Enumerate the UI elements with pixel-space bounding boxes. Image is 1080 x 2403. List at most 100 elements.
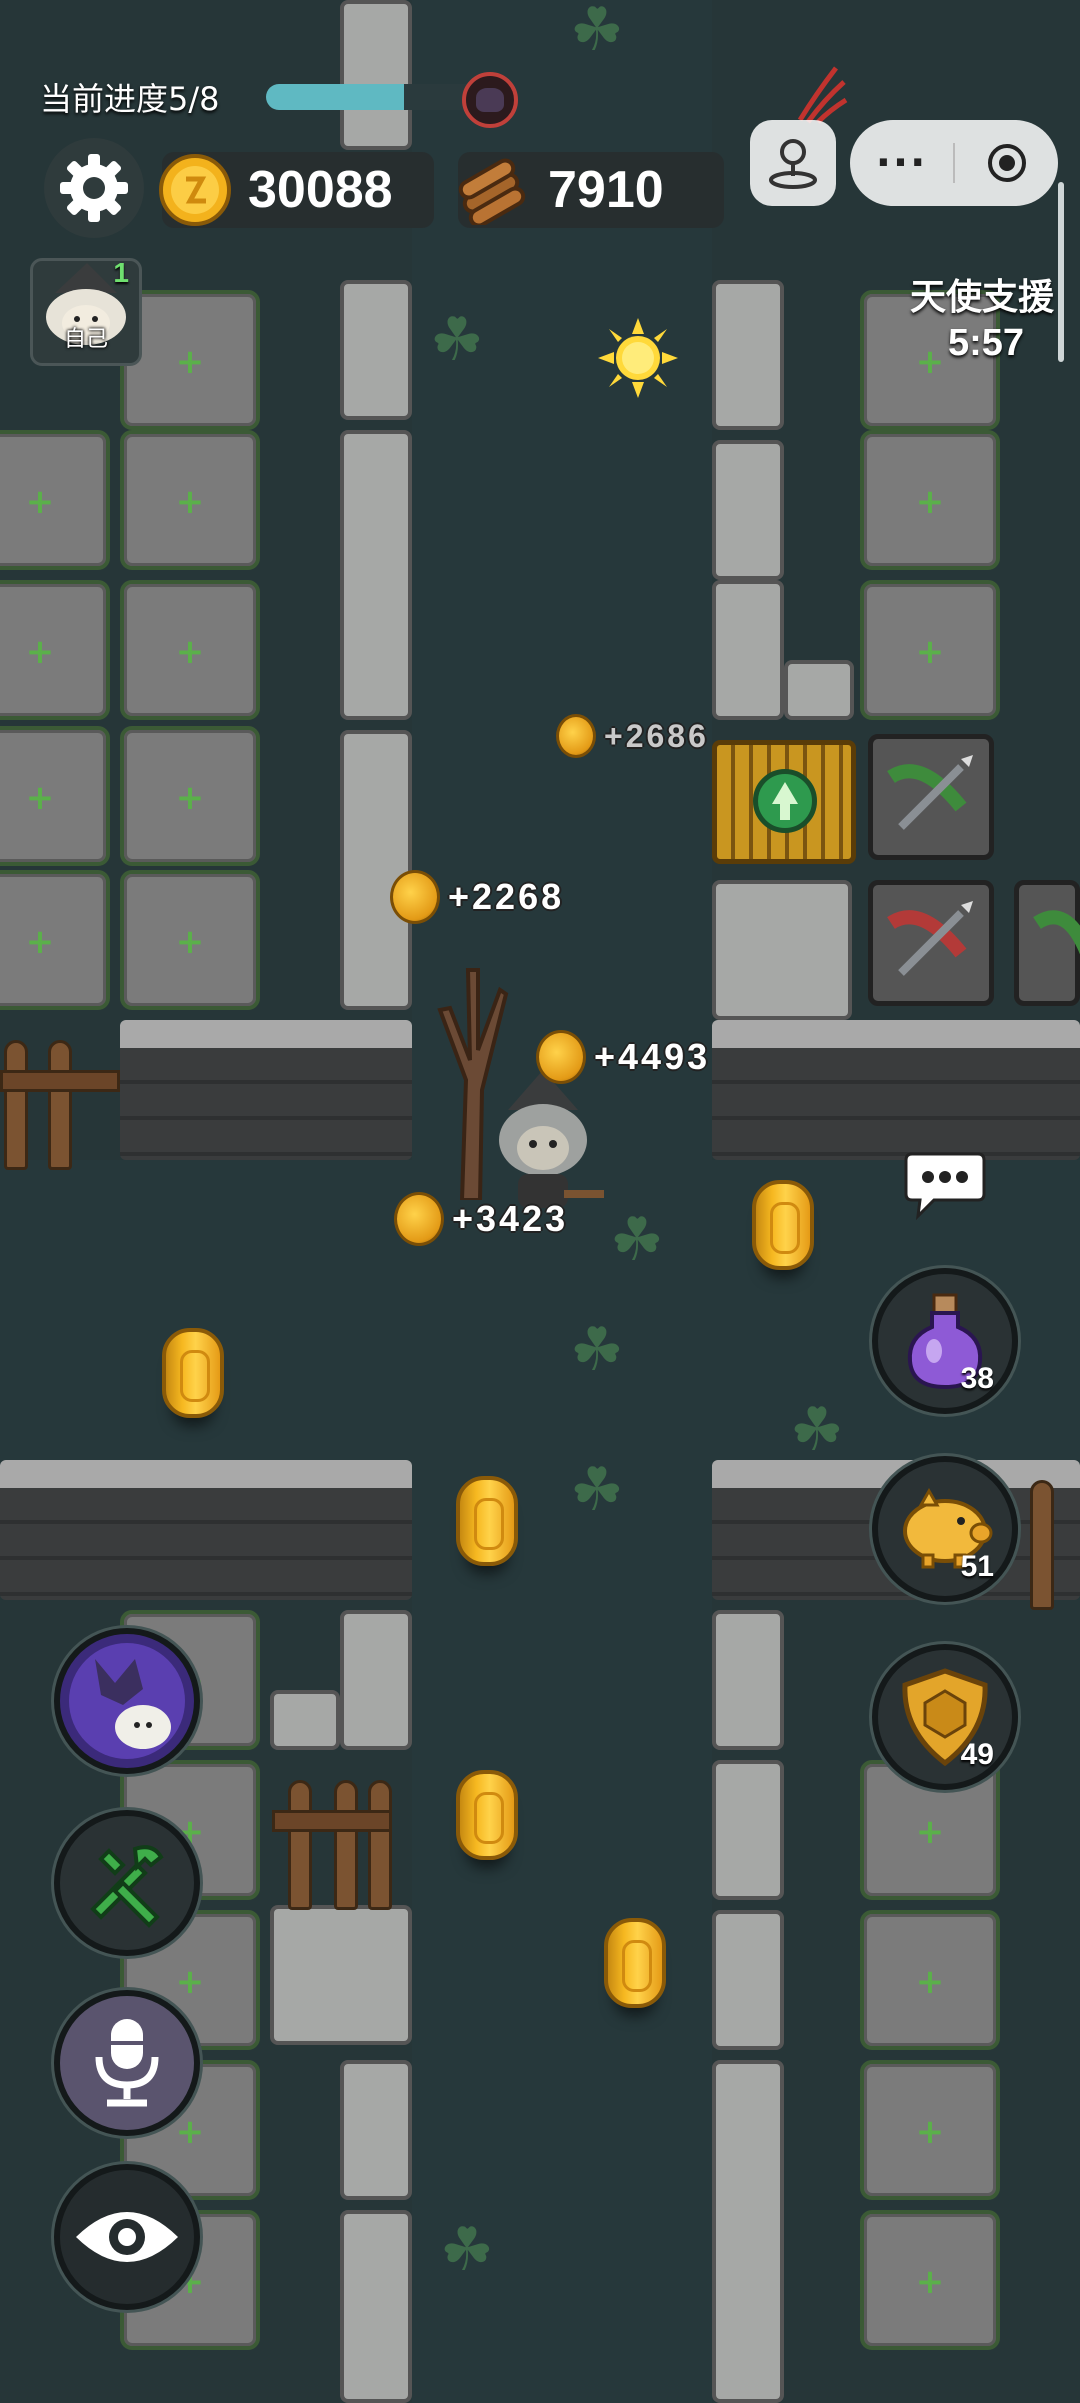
- chat-button[interactable]: [904, 1150, 986, 1221]
- upgrade-gate[interactable]: [712, 740, 856, 864]
- coin-amount: 30088: [248, 161, 393, 219]
- potion-button[interactable]: 38: [872, 1268, 1018, 1414]
- claw-mark-icon: [797, 66, 848, 124]
- stone-block: [712, 1910, 784, 2050]
- upgrade-arrow-icon: [753, 769, 817, 833]
- stone-block: [340, 1610, 412, 1750]
- gold-coin[interactable]: [604, 1918, 666, 2008]
- gold-coin[interactable]: [162, 1328, 224, 1418]
- grass-decoration: ☘: [430, 305, 484, 375]
- mini-program-capsule: ···: [850, 120, 1058, 206]
- coin-popup: +4493: [536, 1030, 710, 1084]
- build-slot[interactable]: +: [120, 430, 260, 570]
- progress-bar: [266, 84, 486, 110]
- progress-fill: [266, 84, 404, 110]
- build-tools-button[interactable]: [54, 1810, 200, 1956]
- boss-marker-icon: [462, 72, 518, 128]
- sun-icon[interactable]: [596, 316, 680, 400]
- coin-icon: [394, 1192, 444, 1246]
- scroll-indicator: [1058, 182, 1064, 362]
- build-slot[interactable]: +: [0, 430, 110, 570]
- stone-block: [712, 280, 784, 430]
- build-slot[interactable]: +: [860, 2210, 1000, 2350]
- stone-block: [340, 280, 412, 420]
- coin-icon: [536, 1030, 586, 1084]
- crossbow-icon: [887, 901, 973, 976]
- gold-coin[interactable]: [456, 1476, 518, 1566]
- wooden-fence: [272, 1760, 392, 1910]
- brick-wall: [120, 1020, 412, 1160]
- voice-button[interactable]: [54, 1990, 200, 2136]
- crossbow-icon: [1033, 910, 1080, 955]
- build-slot[interactable]: +: [860, 430, 1000, 570]
- wood-log-icon: [458, 158, 526, 225]
- grass-decoration: ☘: [610, 1205, 664, 1275]
- wood-counter: 7910: [458, 152, 724, 228]
- stone-block: [712, 1760, 784, 1900]
- coin-popup: +3423: [394, 1192, 568, 1246]
- stone-block: [712, 880, 852, 1020]
- player-level: 1: [113, 257, 129, 288]
- coin-icon: [159, 154, 231, 226]
- eye-icon: [76, 2212, 178, 2262]
- stone-block: [712, 440, 784, 580]
- crossbow-turret[interactable]: [1014, 880, 1080, 1006]
- stone-block: [712, 1610, 784, 1750]
- more-menu-button[interactable]: ···: [850, 140, 953, 186]
- build-slot[interactable]: +: [860, 1910, 1000, 2050]
- piggy-bank-button[interactable]: 51: [872, 1456, 1018, 1602]
- player-avatar-card[interactable]: 1 自己: [30, 257, 142, 366]
- coin-counter: 30088: [159, 152, 434, 228]
- stone-block: [784, 660, 854, 720]
- build-slot[interactable]: +: [120, 870, 260, 1010]
- crossbow-turret[interactable]: [868, 880, 994, 1006]
- gold-coin[interactable]: [752, 1180, 814, 1270]
- build-slot[interactable]: +: [860, 2060, 1000, 2200]
- shield-button[interactable]: 49: [872, 1644, 1018, 1790]
- progress-label: 当前进度5/8: [40, 80, 220, 118]
- crossbow-turret[interactable]: [868, 734, 994, 860]
- joystick-button[interactable]: [750, 120, 836, 206]
- chat-bubble-icon: [904, 1152, 986, 1221]
- stone-block: [340, 2210, 412, 2403]
- stone-block: [712, 2060, 784, 2403]
- stone-block: [340, 0, 412, 150]
- close-target-button[interactable]: [955, 141, 1058, 185]
- coin-popup-text: +4493: [594, 1036, 711, 1077]
- build-slot[interactable]: +: [120, 726, 260, 866]
- gear-icon: [60, 154, 128, 222]
- coin-icon: [556, 714, 596, 758]
- stone-block: [712, 580, 784, 720]
- wood-amount: 7910: [548, 161, 664, 219]
- joystick-icon: [769, 139, 817, 189]
- angel-support-timer: 5:57: [947, 322, 1024, 364]
- gold-coin[interactable]: [456, 1770, 518, 1860]
- werewolf-event-button[interactable]: [54, 1628, 200, 1774]
- piggy-count: 51: [960, 1550, 994, 1583]
- settings-button[interactable]: [44, 138, 144, 238]
- brick-wall: [712, 1020, 1080, 1160]
- stone-block: [270, 1905, 412, 2045]
- wooden-fence: [1010, 1460, 1080, 1610]
- player-name: 自己: [63, 327, 108, 352]
- werewolf-sheep-icon: [69, 1643, 185, 1759]
- build-slot[interactable]: +: [120, 580, 260, 720]
- build-slot[interactable]: +: [0, 726, 110, 866]
- build-slot[interactable]: +: [860, 580, 1000, 720]
- shield-count: 49: [960, 1738, 994, 1771]
- view-toggle-button[interactable]: [54, 2164, 200, 2310]
- stone-block: [340, 2060, 412, 2200]
- build-slot[interactable]: +: [0, 580, 110, 720]
- coin-popup: +2686: [556, 714, 709, 758]
- potion-count: 38: [960, 1362, 994, 1395]
- grass-decoration: ☘: [790, 1395, 844, 1465]
- wooden-fence: [0, 1020, 120, 1170]
- coin-popup-text: +2268: [448, 876, 565, 917]
- grass-decoration: ☘: [570, 1315, 624, 1385]
- stone-block: [270, 1690, 340, 1750]
- brick-wall: [0, 1460, 412, 1600]
- angel-support-title[interactable]: 天使支援: [910, 268, 1054, 320]
- stone-block: [340, 430, 412, 720]
- microphone-icon: [95, 2019, 159, 2107]
- build-slot[interactable]: +: [0, 870, 110, 1010]
